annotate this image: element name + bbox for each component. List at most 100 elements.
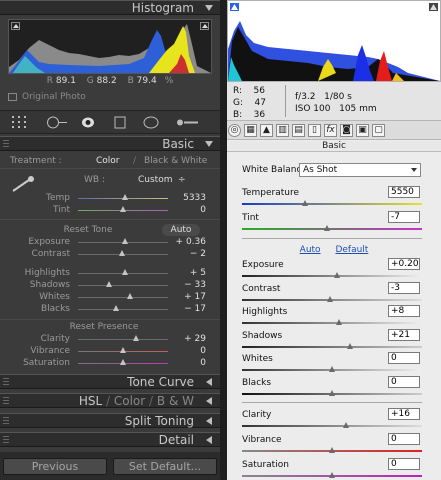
wb-select-arrows-icon[interactable]: ÷ <box>178 175 186 185</box>
hsl-header[interactable]: HSL / Color / B & W <box>0 393 220 408</box>
default-link[interactable]: Default <box>335 245 368 255</box>
slider-thumb[interactable] <box>323 225 330 231</box>
eyedropper-icon[interactable] <box>10 175 38 193</box>
slider-value-input[interactable]: 0 <box>388 352 420 364</box>
slider-value[interactable]: − 17 <box>184 304 206 314</box>
slider-value[interactable]: + 29 <box>184 334 206 344</box>
slider-track[interactable] <box>242 425 422 427</box>
set-default-button[interactable]: Set Default... <box>113 458 217 475</box>
bw-tab[interactable]: B & W <box>157 394 194 408</box>
tone-curve-header[interactable]: Tone Curve <box>0 374 220 389</box>
slider-value[interactable]: + 0.36 <box>176 237 206 247</box>
collapse-triangle-icon[interactable] <box>205 141 213 147</box>
slider-thumb[interactable] <box>334 272 341 278</box>
slider-thumb[interactable] <box>329 472 335 478</box>
auto-tone-button[interactable]: Auto <box>162 224 200 236</box>
slider-track[interactable] <box>242 203 422 205</box>
slider-value-input[interactable]: -7 <box>388 211 420 223</box>
slider-thumb[interactable] <box>121 238 128 244</box>
slider-value[interactable]: − 2 <box>190 249 206 259</box>
slider-value-input[interactable]: 5550 <box>388 186 420 198</box>
slider-thumb[interactable] <box>127 293 134 299</box>
effects-tab-icon[interactable]: fx <box>324 124 337 137</box>
snapshots-tab-icon[interactable]: ▢ <box>372 124 385 137</box>
slider-track[interactable] <box>242 345 422 348</box>
highlight-clipping-icon[interactable] <box>429 3 438 11</box>
slider-thumb[interactable] <box>105 281 112 287</box>
slider-thumb[interactable] <box>120 206 126 212</box>
graduated-filter-icon[interactable] <box>114 116 126 129</box>
slider-value-input[interactable]: 0 <box>388 433 420 445</box>
original-photo-toggle[interactable]: Original Photo <box>8 92 86 102</box>
slider-thumb[interactable] <box>132 335 139 341</box>
slider-value[interactable]: 0 <box>200 346 206 356</box>
treatment-bw-option[interactable]: Black & White <box>144 156 207 166</box>
slider-value-input[interactable]: +16 <box>388 408 420 420</box>
slider-track[interactable] <box>242 322 422 324</box>
lens-corrections-tab-icon[interactable]: ▯ <box>308 124 321 137</box>
expand-triangle-icon[interactable] <box>206 397 212 405</box>
slider-thumb[interactable] <box>121 269 128 275</box>
adjustment-brush-icon[interactable] <box>175 116 199 129</box>
slider-thumb[interactable] <box>329 447 335 453</box>
histogram-header[interactable]: Histogram <box>0 0 220 15</box>
slider-track[interactable] <box>78 285 168 286</box>
slider-thumb[interactable] <box>119 250 126 256</box>
slider-value-input[interactable]: +21 <box>388 328 420 341</box>
crop-overlay-icon[interactable] <box>12 116 26 129</box>
tone-curve-tab-icon[interactable]: ▦ <box>244 124 257 137</box>
auto-link[interactable]: Auto <box>300 245 321 255</box>
slider-thumb[interactable] <box>120 347 126 353</box>
slider-track[interactable] <box>242 275 422 277</box>
treatment-color-option[interactable]: Color <box>96 156 120 166</box>
slider-value-input[interactable]: -3 <box>388 281 420 294</box>
wb-select[interactable]: Custom <box>138 175 172 185</box>
split-toning-header[interactable]: Split Toning <box>0 413 220 428</box>
white-balance-select[interactable]: As Shot <box>299 163 421 177</box>
checkbox-icon[interactable] <box>8 92 17 101</box>
slider-value[interactable]: + 5 <box>190 268 206 278</box>
spot-removal-icon[interactable] <box>45 116 69 129</box>
shadow-clipping-icon[interactable] <box>230 3 239 11</box>
detail-header[interactable]: Detail <box>0 432 220 447</box>
reset-presence-button[interactable]: Reset Presence <box>0 322 214 332</box>
presets-tab-icon[interactable]: ▣ <box>356 124 369 137</box>
slider-track[interactable] <box>78 309 168 310</box>
basic-header[interactable]: Basic <box>0 136 220 151</box>
slider-track[interactable] <box>78 339 168 340</box>
slider-value[interactable]: 5333 <box>183 193 206 203</box>
slider-value[interactable]: 0 <box>200 205 206 215</box>
slider-thumb[interactable] <box>112 305 119 311</box>
basic-tab-icon[interactable]: ◎ <box>228 124 241 137</box>
red-eye-icon[interactable] <box>81 116 95 129</box>
collapse-triangle-icon[interactable] <box>205 5 213 11</box>
expand-triangle-icon[interactable] <box>206 417 212 425</box>
expand-triangle-icon[interactable] <box>206 436 212 444</box>
slider-thumb[interactable] <box>329 366 335 372</box>
color-tab[interactable]: Color <box>114 394 145 408</box>
slider-thumb[interactable] <box>343 422 350 428</box>
slider-thumb[interactable] <box>327 295 334 302</box>
slider-thumb[interactable] <box>329 389 335 396</box>
camera-calibration-tab-icon[interactable]: ◙ <box>340 124 353 137</box>
slider-thumb[interactable] <box>302 200 308 206</box>
slider-thumb[interactable] <box>336 319 343 325</box>
slider-value[interactable]: 0 <box>200 358 206 368</box>
slider-thumb[interactable] <box>121 194 128 200</box>
slider-value-input[interactable]: +0.20 <box>388 258 420 270</box>
radial-filter-icon[interactable] <box>143 116 159 129</box>
slider-value-input[interactable]: 0 <box>388 458 420 470</box>
previous-button[interactable]: Previous <box>3 458 107 475</box>
slider-value-input[interactable]: +8 <box>388 305 420 317</box>
slider-value[interactable]: − 33 <box>184 280 206 290</box>
hsl-tab-icon[interactable]: ▥ <box>276 124 289 137</box>
expand-triangle-icon[interactable] <box>206 378 212 386</box>
slider-thumb[interactable] <box>347 342 353 349</box>
slider-value-input[interactable]: 0 <box>388 375 420 388</box>
slider-track[interactable] <box>242 228 422 230</box>
slider-value[interactable]: + 17 <box>184 292 206 302</box>
hsl-tab[interactable]: HSL <box>79 394 102 408</box>
split-toning-tab-icon[interactable]: ▤ <box>292 124 305 137</box>
slider-track[interactable] <box>78 297 168 298</box>
detail-tab-icon[interactable]: ▲ <box>260 124 273 137</box>
